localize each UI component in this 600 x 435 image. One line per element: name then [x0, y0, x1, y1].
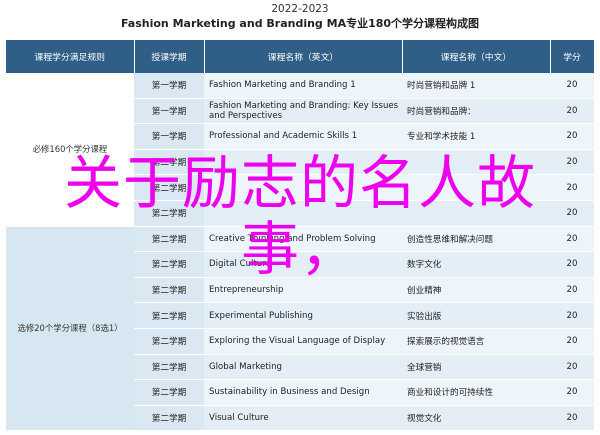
- credits-cell: 20: [550, 354, 594, 381]
- course-name-cn: 时尚营销和品牌 1: [402, 73, 550, 99]
- credits-cell: 20: [550, 328, 594, 355]
- academic-year: 2022-2023: [271, 3, 329, 15]
- course-name-cn: 视觉文化: [402, 405, 550, 432]
- col-header-credits: 学分: [550, 40, 595, 73]
- table-row: 必修160个学分课程 第一学期 Fashion Marketing and Br…: [6, 73, 594, 227]
- semester-cell: 第一学期: [134, 73, 204, 99]
- course-name-en: Fashion Marketing and Branding 1: [204, 73, 402, 99]
- semester-cell: 第二学期: [134, 328, 204, 355]
- course-name-cn: 商业和设计的可持续性: [402, 379, 550, 406]
- credits-cell: 20: [550, 302, 594, 329]
- course-name-cn: 探索展示的视觉语言: [402, 328, 550, 355]
- course-name-cn: 专业和学术技能 1: [402, 123, 550, 150]
- overlay-caption: 关于励志的名人故 事，: [0, 150, 600, 282]
- credits-cell: 20: [550, 379, 594, 406]
- course-name-en: Sustainability in Business and Design: [204, 379, 402, 406]
- credits-cell: 20: [550, 73, 594, 99]
- page-title: Fashion Marketing and Branding MA专业180个学…: [120, 17, 480, 30]
- semester-cell: 第二学期: [134, 405, 204, 432]
- course-name-en: Experimental Publishing: [204, 302, 402, 329]
- col-header-name-en: 课程名称（英文）: [204, 40, 403, 73]
- col-header-rule: 课程学分满足规则: [6, 40, 135, 73]
- course-name-cn: 时尚营销和品牌：: [402, 98, 550, 125]
- course-name-en: Fashion Marketing and Branding: Key Issu…: [204, 98, 402, 125]
- semester-cell: 第二学期: [134, 302, 204, 329]
- course-name-en: Professional and Academic Skills 1: [204, 123, 402, 150]
- overlay-line-2: 事，: [240, 215, 359, 283]
- course-name-cn: 全球营销: [402, 354, 550, 381]
- col-header-semester: 授课学期: [134, 40, 205, 73]
- course-name-en: Global Marketing: [204, 354, 402, 381]
- semester-cell: 第一学期: [134, 123, 204, 150]
- col-header-name-cn: 课程名称（中文）: [402, 40, 551, 73]
- credits-cell: 20: [550, 405, 594, 432]
- course-name-cn: 实验出版: [402, 302, 550, 329]
- course-name-en: Exploring the Visual Language of Display: [204, 328, 402, 355]
- semester-cell: 第一学期: [134, 98, 204, 125]
- semester-cell: 第二学期: [134, 379, 204, 406]
- overlay-line-1: 关于励志的名人故: [63, 149, 536, 217]
- credits-cell: 20: [550, 98, 594, 125]
- credits-cell: 20: [550, 123, 594, 150]
- semester-cell: 第二学期: [134, 354, 204, 381]
- table-header-row: 课程学分满足规则 授课学期 课程名称（英文） 课程名称（中文） 学分: [6, 40, 595, 73]
- course-name-en: Visual Culture: [204, 405, 402, 432]
